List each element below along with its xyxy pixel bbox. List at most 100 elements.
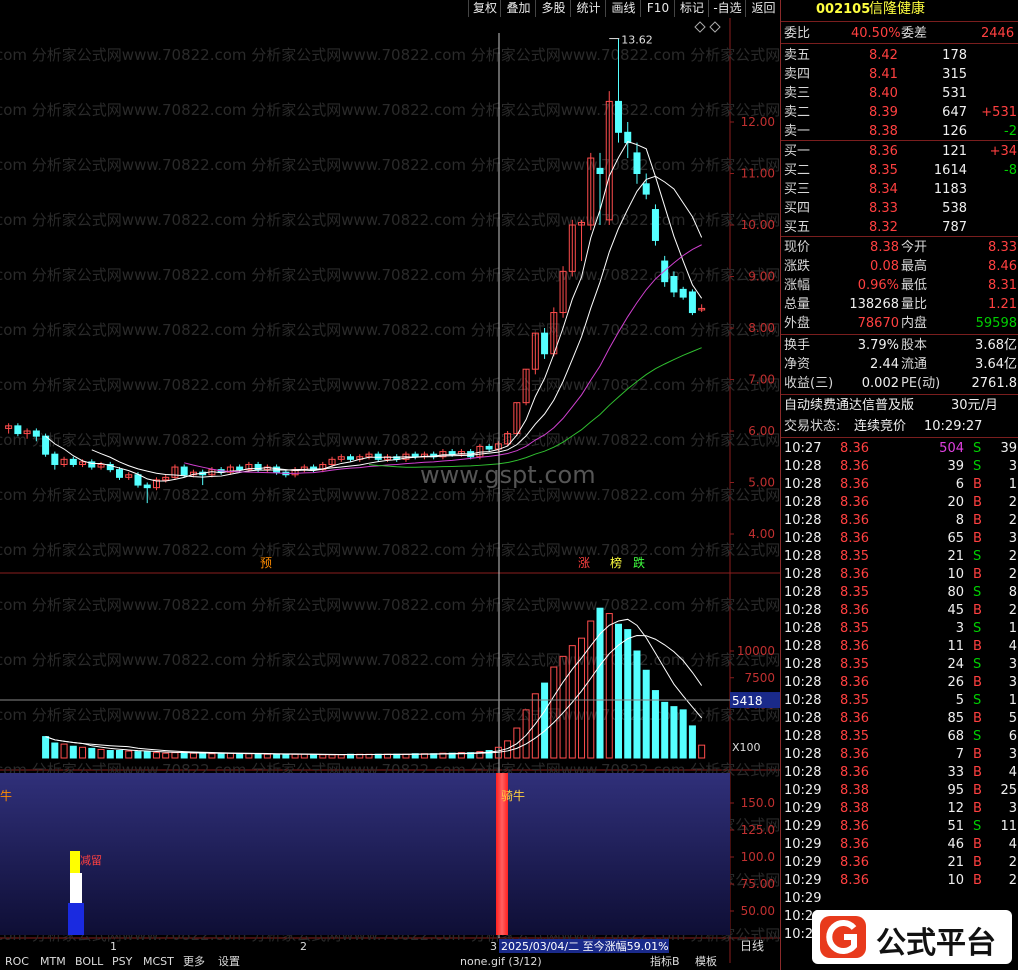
tick-side: S: [973, 693, 982, 708]
date-info-label: 2025/03/04/二 至今涨幅59.01%: [501, 939, 669, 953]
stat2-value-2: 3.64亿: [975, 357, 1017, 372]
tick-time: 10:28: [784, 765, 822, 780]
toolbar-button-4[interactable]: 画线: [605, 0, 641, 17]
promo-text[interactable]: 自动续费通达信普及版: [784, 396, 914, 415]
volume-bar: [300, 753, 308, 759]
tick-row: 10:28 8.36 6 B 1: [781, 475, 1018, 494]
stat-row: 总量 138268 量比 1.21: [781, 295, 1018, 314]
toolbar-button-3[interactable]: 统计: [570, 0, 606, 17]
indicator-tab-5[interactable]: 更多: [183, 955, 205, 969]
background-watermark: com 分析家公式网www.70822.com 分析家公式网www.70822.…: [0, 46, 780, 64]
toolbar-button-1[interactable]: 叠加: [500, 0, 536, 17]
chart-toolbar: 复权 叠加 多股 统计 画线 F10 标记 -自选 返回: [0, 0, 780, 18]
background-watermark: com 分析家公式网www.70822.com 分析家公式网www.70822.…: [0, 486, 780, 504]
tick-count: 3: [1008, 459, 1017, 474]
logo-icon: [820, 916, 866, 958]
tick-price: 8.36: [840, 459, 869, 474]
indicator-tab-0[interactable]: ROC: [5, 955, 29, 969]
toolbar-button-5[interactable]: F10: [640, 0, 675, 17]
tick-side: B: [973, 765, 982, 780]
bottom-caption: none.gif (3/12): [460, 955, 542, 968]
stat-label: 总量: [784, 297, 811, 312]
candle-body: [374, 453, 382, 460]
tick-row: 10:28 8.35 68 S 6: [781, 727, 1018, 746]
tick-side: S: [973, 549, 982, 564]
tick-count: 1: [1008, 621, 1017, 636]
bottom-right-tab-1[interactable]: 模板: [695, 955, 717, 969]
divider: [781, 43, 1018, 44]
tick-count: 3: [1008, 675, 1017, 690]
volume-bar: [587, 620, 595, 759]
stat-label: 涨跌: [784, 259, 811, 274]
settings-icon[interactable]: [694, 21, 706, 33]
indicator-tab-1[interactable]: MTM: [40, 955, 66, 969]
indicator-axis-label: 75.00: [741, 877, 775, 891]
toolbar-button-6[interactable]: 标记: [674, 0, 709, 17]
tick-volume: 39: [947, 459, 964, 474]
promo-row[interactable]: 自动续费通达信普及版 30元/月: [781, 396, 1018, 415]
tick-volume: 51: [947, 819, 964, 834]
bottom-right-tab-0[interactable]: 指标B: [650, 955, 680, 969]
volume-bar: [88, 747, 96, 759]
volume-bar: [679, 709, 687, 759]
bid-volume: 1614: [933, 163, 967, 178]
volume-bar: [162, 752, 170, 759]
volume-bar: [291, 753, 299, 759]
volume-axis-label: 7500: [744, 671, 775, 685]
background-watermark: com 分析家公式网www.70822.com 分析家公式网www.70822.…: [0, 376, 780, 394]
tick-price: 8.36: [840, 603, 869, 618]
volume-bar: [319, 754, 327, 759]
tick-time: 10:29: [784, 837, 822, 852]
candle-body: [134, 474, 142, 486]
toolbar-button-8[interactable]: 返回: [745, 0, 781, 17]
kline-chart-area[interactable]: com 分析家公式网www.70822.com 分析家公式网www.70822.…: [0, 18, 905, 963]
bid-level: 买一 8.36 121 +34: [781, 142, 1018, 161]
expand-icon[interactable]: [709, 21, 721, 33]
price-axis-label: 4.00: [748, 527, 775, 541]
tick-count: 8: [1008, 585, 1017, 600]
indicator-tab-2[interactable]: BOLL: [75, 955, 103, 969]
tick-time: 10:28: [784, 657, 822, 672]
ask-label: 卖三: [784, 86, 811, 101]
tick-time: 10:28: [784, 477, 822, 492]
tick-count: 4: [1008, 765, 1017, 780]
price-axis-label: 8.00: [748, 321, 775, 335]
volume-bar: [143, 751, 151, 759]
weibi-label: 委比: [784, 26, 811, 41]
candle-body: [485, 445, 493, 450]
tick-time: 10:28: [784, 747, 822, 762]
tick-count: 2: [1008, 873, 1017, 888]
volume-bar: [245, 753, 253, 759]
price-axis-label: 6.00: [748, 424, 775, 438]
ask-label: 卖二: [784, 105, 811, 120]
toolbar-button-0[interactable]: 复权: [468, 0, 501, 17]
price-axis-label: 10.00: [741, 218, 775, 232]
tick-side: S: [973, 819, 982, 834]
tick-price: 8.36: [840, 495, 869, 510]
x-axis-label: 1: [110, 940, 117, 953]
indicator-tab-3[interactable]: PSY: [112, 955, 132, 969]
toolbar-button-7[interactable]: -自选: [708, 0, 746, 17]
indicator-tab-6[interactable]: 设置: [218, 955, 240, 969]
ask-label: 卖四: [784, 67, 811, 82]
volume-bar: [60, 743, 68, 759]
stat2-label: 收益(三): [784, 376, 834, 391]
event-marker: 涨: [578, 555, 590, 570]
volume-bar: [254, 753, 262, 759]
toolbar-button-2[interactable]: 多股: [535, 0, 571, 17]
stat-value: 8.38: [870, 240, 899, 255]
tick-time: 10:28: [784, 711, 822, 726]
tick-time: 10:29: [784, 873, 822, 888]
volume-bar: [328, 754, 336, 759]
period-label: 日线: [740, 939, 764, 953]
price-axis-label: 11.00: [741, 167, 775, 181]
tick-row: 10:29 8.38 95 B 25: [781, 781, 1018, 800]
volume-bar: [42, 736, 50, 759]
indicator-tab-4[interactable]: MCST: [143, 955, 174, 969]
chart-canvas[interactable]: com 分析家公式网www.70822.com 分析家公式网www.70822.…: [0, 18, 905, 963]
background-watermark: com 分析家公式网www.70822.com 分析家公式网www.70822.…: [0, 541, 780, 559]
tick-side: B: [973, 783, 982, 798]
bid-label: 买四: [784, 201, 811, 216]
ask-change: +531: [981, 105, 1017, 120]
volume-bar: [624, 629, 632, 759]
